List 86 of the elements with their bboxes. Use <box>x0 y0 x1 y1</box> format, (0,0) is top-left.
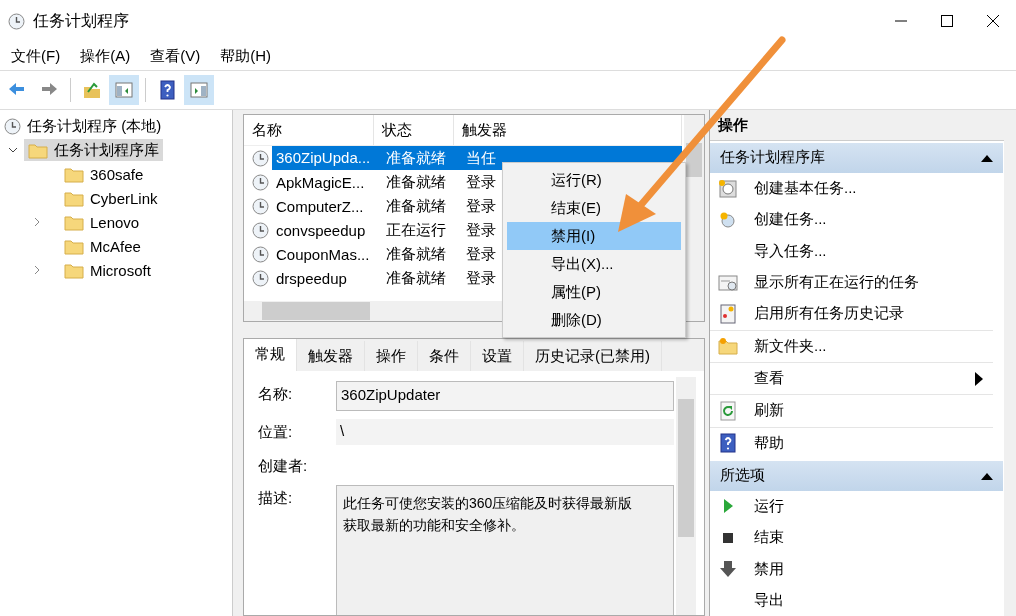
folder-icon <box>718 336 738 357</box>
menu-item[interactable]: 帮助(H) <box>213 46 278 66</box>
chevron-right-icon[interactable] <box>32 217 42 227</box>
task-list-icon <box>718 272 738 293</box>
clock-icon <box>252 221 269 239</box>
chevron-right-icon[interactable] <box>32 265 42 275</box>
action-link[interactable]: 导入任务... <box>754 241 827 261</box>
close-icon <box>987 15 999 27</box>
column-header[interactable]: 状态 <box>374 115 454 145</box>
action-link[interactable]: 结束 <box>754 528 784 548</box>
folder-icon <box>64 189 84 207</box>
column-header[interactable]: 触发器 <box>454 115 682 145</box>
tab[interactable]: 操作 <box>365 341 418 371</box>
folder-icon <box>64 237 84 255</box>
tree-item[interactable]: McAfee <box>90 237 141 255</box>
action-link[interactable]: 刷新 <box>754 401 784 421</box>
tab[interactable]: 常规 <box>244 339 297 371</box>
submenu-arrow-icon <box>975 371 983 386</box>
folder-up-icon <box>82 80 102 100</box>
context-menu-item[interactable]: 运行(R) <box>507 166 681 194</box>
field-label: 描述: <box>258 488 294 508</box>
section-header[interactable]: 所选项 <box>710 460 1003 491</box>
tab[interactable]: 触发器 <box>297 341 365 371</box>
menu-item[interactable]: 文件(F) <box>4 46 68 66</box>
context-menu-item[interactable]: 属性(P) <box>507 278 681 306</box>
clock-icon <box>252 149 269 167</box>
field-label: 位置: <box>258 422 294 442</box>
action-link[interactable]: 禁用 <box>754 559 784 579</box>
action-link[interactable]: 新文件夹... <box>754 336 827 356</box>
action-link[interactable]: 导出 <box>754 590 784 610</box>
clock-icon <box>252 173 269 191</box>
notebook-icon <box>718 303 738 324</box>
panel-title: 操作 <box>710 110 1004 141</box>
tab[interactable]: 设置 <box>471 341 524 371</box>
folder-icon <box>64 165 84 183</box>
tree-item[interactable]: Lenovo <box>90 213 140 231</box>
window-title: 任务计划程序 <box>33 10 129 31</box>
tree-item[interactable]: 任务计划程序库 <box>24 139 163 161</box>
name-field[interactable]: 360ZipUpdater <box>336 381 674 411</box>
description-text: 获取最新的功能和安全修补。 <box>343 516 525 535</box>
field-label: 创建者: <box>258 456 309 476</box>
caret-up-icon <box>981 153 993 162</box>
context-menu-item[interactable]: 导出(X)... <box>507 250 681 278</box>
clock-icon <box>252 245 269 263</box>
app-clock-icon <box>8 12 25 30</box>
clock-icon <box>252 269 269 287</box>
action-link[interactable]: 显示所有正在运行的任务 <box>754 273 919 292</box>
tree-item[interactable]: 360safe <box>90 165 144 183</box>
down-arrow-icon <box>718 559 738 579</box>
tab[interactable]: 条件 <box>418 341 471 371</box>
section-header[interactable]: 任务计划程序库 <box>710 143 1003 173</box>
caret-up-icon <box>981 471 993 480</box>
action-link[interactable]: 创建基本任务... <box>754 179 857 199</box>
context-menu-item[interactable]: 删除(D) <box>507 306 681 334</box>
menu-item[interactable]: 操作(A) <box>73 46 138 66</box>
maximize-icon <box>941 15 953 27</box>
context-menu-item[interactable]: 禁用(I) <box>507 222 681 250</box>
action-link[interactable]: 帮助 <box>754 433 784 453</box>
context-menu-item[interactable]: 结束(E) <box>507 194 681 222</box>
tree-item[interactable]: 任务计划程序 (本地) <box>27 116 162 136</box>
tab[interactable]: 历史记录(已禁用) <box>524 341 662 371</box>
clock-icon <box>252 197 269 215</box>
description-field[interactable]: 此任务可使您安装的360压缩能及时获得最新版 获取最新的功能和安全修补。 <box>336 485 674 615</box>
description-text: 此任务可使您安装的360压缩能及时获得最新版 <box>343 494 633 513</box>
help-icon <box>718 433 738 454</box>
right-pane-icon <box>189 80 209 100</box>
tree-item[interactable]: CyberLink <box>90 189 158 207</box>
help-icon <box>157 80 177 100</box>
clock-icon <box>4 117 21 135</box>
refresh-icon <box>718 400 738 421</box>
action-link[interactable]: 查看 <box>754 369 784 388</box>
folder-icon <box>28 141 48 159</box>
location-field: \ <box>336 419 674 445</box>
action-link[interactable]: 启用所有任务历史记录 <box>754 304 904 324</box>
folder-icon <box>64 213 84 231</box>
chevron-down-icon[interactable] <box>8 145 18 155</box>
folder-icon <box>64 261 84 279</box>
left-pane-icon <box>114 80 134 100</box>
column-header[interactable]: 名称 <box>244 115 374 145</box>
action-link[interactable]: 运行 <box>754 496 784 516</box>
field-label: 名称: <box>258 384 294 404</box>
menu-item[interactable]: 查看(V) <box>143 46 208 66</box>
tree-item[interactable]: Microsoft <box>90 261 151 279</box>
vertical-scrollbar[interactable] <box>676 377 696 615</box>
action-link[interactable]: 创建任务... <box>754 210 827 230</box>
left-pane-button[interactable] <box>109 75 139 105</box>
